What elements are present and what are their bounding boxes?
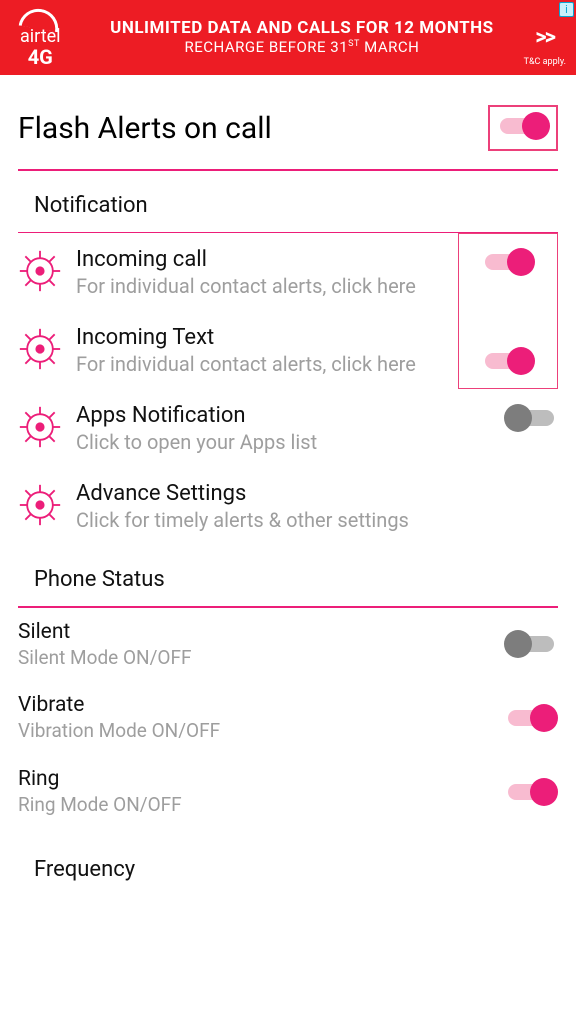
- incoming-call-toggle[interactable]: [481, 247, 535, 277]
- ad-info-icon[interactable]: i: [559, 2, 574, 17]
- ad-logo: airtel 4G: [20, 9, 61, 67]
- header-row: Flash Alerts on call: [18, 75, 558, 169]
- ad-subline: RECHARGE BEFORE 31ST MARCH: [81, 39, 524, 56]
- gear-icon: [18, 483, 62, 527]
- section-title-notification: Notification: [18, 171, 558, 232]
- ad-subline-post: MARCH: [360, 38, 419, 56]
- ad-brand-sub: 4G: [28, 47, 53, 67]
- row-apps-notification[interactable]: Apps Notification Click to open your App…: [18, 389, 558, 467]
- row-subtitle: Click for timely alerts & other settings: [76, 508, 550, 533]
- ad-subline-pre: RECHARGE BEFORE 31: [184, 38, 348, 56]
- gear-icon: [18, 327, 62, 371]
- row-title: Silent: [18, 620, 482, 644]
- arrow-right-icon: >>: [535, 25, 554, 50]
- row-ring[interactable]: Ring Ring Mode ON/OFF: [18, 755, 558, 829]
- row-vibrate[interactable]: Vibrate Vibration Mode ON/OFF: [18, 681, 558, 755]
- row-subtitle: For individual contact alerts, click her…: [76, 352, 450, 377]
- gear-icon: [18, 249, 62, 293]
- row-title: Ring: [18, 767, 482, 791]
- row-subtitle: Silent Mode ON/OFF: [18, 646, 482, 670]
- row-subtitle: Vibration Mode ON/OFF: [18, 719, 482, 743]
- row-title: Incoming call: [76, 247, 450, 272]
- gear-icon: [18, 405, 62, 449]
- ad-subline-sup: ST: [348, 39, 360, 49]
- row-title: Incoming Text: [76, 325, 450, 350]
- incoming-text-toggle[interactable]: [481, 346, 535, 376]
- ad-banner[interactable]: airtel 4G UNLIMITED DATA AND CALLS FOR 1…: [0, 0, 576, 75]
- vibrate-toggle[interactable]: [504, 703, 558, 733]
- master-toggle[interactable]: [496, 111, 550, 141]
- highlight-box: [458, 233, 558, 389]
- row-title: Advance Settings: [76, 481, 550, 506]
- ring-toggle[interactable]: [504, 777, 558, 807]
- row-silent[interactable]: Silent Silent Mode ON/OFF: [18, 608, 558, 682]
- row-incoming-text[interactable]: Incoming Text For individual contact ale…: [18, 311, 458, 389]
- row-incoming-call[interactable]: Incoming call For individual contact ale…: [18, 233, 458, 311]
- section-title-frequency: Frequency: [18, 829, 558, 882]
- row-subtitle: For individual contact alerts, click her…: [76, 274, 450, 299]
- highlight-box: [488, 105, 558, 151]
- ad-terms: T&C apply.: [524, 57, 566, 67]
- silent-toggle[interactable]: [504, 629, 558, 659]
- row-subtitle: Click to open your Apps list: [76, 430, 482, 455]
- row-title: Apps Notification: [76, 403, 482, 428]
- section-title-phone-status: Phone Status: [18, 545, 558, 606]
- page-title: Flash Alerts on call: [18, 111, 272, 146]
- ad-text: UNLIMITED DATA AND CALLS FOR 12 MONTHS R…: [81, 19, 524, 56]
- row-title: Vibrate: [18, 693, 482, 717]
- ad-headline: UNLIMITED DATA AND CALLS FOR 12 MONTHS: [81, 19, 524, 39]
- row-subtitle: Ring Mode ON/OFF: [18, 793, 482, 817]
- apps-notification-toggle[interactable]: [504, 403, 558, 433]
- row-advance-settings[interactable]: Advance Settings Click for timely alerts…: [18, 467, 558, 545]
